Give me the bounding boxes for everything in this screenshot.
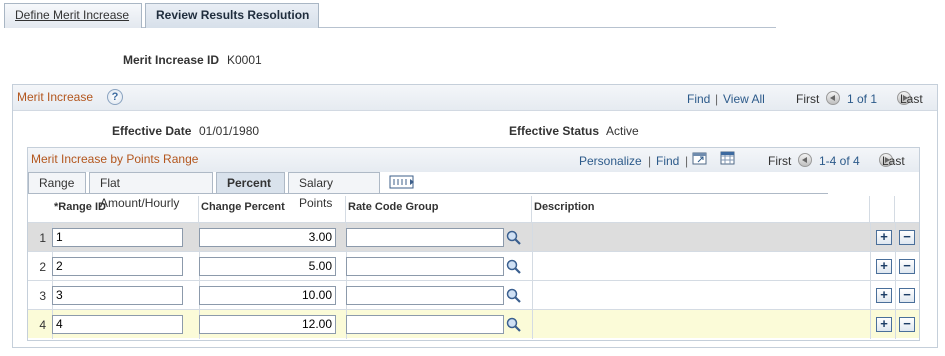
- find-link[interactable]: Find: [687, 92, 710, 106]
- first-label: First: [768, 154, 792, 168]
- last-label: Last: [882, 154, 905, 168]
- rate-code-group-input[interactable]: [346, 315, 504, 334]
- change-percent-input[interactable]: 3.00: [199, 228, 336, 247]
- row-count: 1-4 of 4: [819, 154, 860, 168]
- separator: |: [648, 154, 652, 168]
- lookup-icon[interactable]: [505, 229, 523, 247]
- first-label: First: [796, 92, 820, 106]
- add-row-button[interactable]: +: [876, 288, 892, 303]
- add-row-button[interactable]: +: [876, 317, 892, 332]
- view-all-link[interactable]: View All: [723, 92, 765, 106]
- grid-tab-salary-points[interactable]: Salary Points: [288, 172, 380, 210]
- grid-tab-label: Percent: [227, 176, 272, 190]
- row-number: 4: [39, 318, 46, 332]
- previous-icon[interactable]: [826, 90, 840, 105]
- range-id-input[interactable]: 2: [52, 257, 183, 276]
- tab-label: Review Results Resolution: [156, 8, 310, 22]
- group-title: Merit Increase: [17, 90, 94, 104]
- rate-code-group-input[interactable]: [346, 228, 504, 247]
- range-id-input[interactable]: 4: [52, 315, 183, 334]
- grid-header: Merit Increase by Points Range Personali…: [28, 148, 919, 172]
- tab-divider: [28, 193, 828, 194]
- rate-code-group-input[interactable]: [346, 286, 504, 305]
- find-link[interactable]: Find: [656, 154, 679, 168]
- lookup-icon[interactable]: [505, 316, 523, 334]
- row-number: 2: [39, 260, 46, 274]
- column-header-rate-code-group: Rate Code Group: [346, 196, 532, 222]
- change-percent-input[interactable]: 12.00: [199, 315, 336, 334]
- table-row[interactable]: 2 2 5.00 + −: [28, 251, 919, 281]
- grid-tab-percent[interactable]: Percent: [216, 172, 285, 194]
- column-header-range-id: *Range ID: [52, 196, 199, 222]
- tab-label: Define Merit Increase: [15, 8, 130, 22]
- previous-icon[interactable]: [798, 152, 812, 167]
- personalize-link[interactable]: Personalize: [579, 154, 642, 168]
- grid-title: Merit Increase by Points Range: [31, 152, 199, 166]
- show-all-columns-icon[interactable]: [389, 175, 417, 189]
- delete-row-button[interactable]: −: [899, 317, 915, 332]
- new-window-icon[interactable]: [692, 151, 708, 165]
- add-row-button[interactable]: +: [876, 230, 892, 245]
- add-row-button[interactable]: +: [876, 259, 892, 274]
- tab-define-merit-increase[interactable]: Define Merit Increase: [4, 3, 142, 28]
- grid-tab-flat-amount-hourly[interactable]: Flat Amount/Hourly: [89, 172, 213, 210]
- merit-id-label: Merit Increase ID: [123, 53, 220, 67]
- delete-row-button[interactable]: −: [899, 230, 915, 245]
- tab-review-results-resolution[interactable]: Review Results Resolution: [145, 3, 319, 28]
- rate-code-group-input[interactable]: [346, 257, 504, 276]
- row-number: 1: [39, 231, 46, 245]
- help-icon[interactable]: ?: [107, 89, 123, 105]
- table-row[interactable]: 3 3 10.00 + −: [28, 280, 919, 310]
- group-header: Merit Increase ? Find | View All First 1…: [13, 85, 937, 111]
- change-percent-input[interactable]: 5.00: [199, 257, 336, 276]
- grid-tab-label: Range: [39, 176, 75, 190]
- effective-date-value: 01/01/1980: [199, 124, 260, 138]
- lookup-icon[interactable]: [505, 287, 523, 305]
- effective-status-value: Active: [606, 124, 639, 138]
- points-range-grid: Merit Increase by Points Range Personali…: [27, 147, 920, 341]
- lookup-icon[interactable]: [505, 258, 523, 276]
- column-header-change-percent: Change Percent: [199, 196, 346, 222]
- row-count: 1 of 1: [847, 92, 878, 106]
- effective-status-label: Effective Status: [509, 124, 600, 138]
- range-id-input[interactable]: 3: [52, 286, 183, 305]
- last-label: Last: [900, 92, 923, 106]
- download-spreadsheet-icon[interactable]: [720, 151, 736, 165]
- grid-tab-range[interactable]: Range: [28, 172, 86, 194]
- merit-id-value: K0001: [227, 53, 262, 67]
- table-row[interactable]: 1 1 3.00 + −: [28, 222, 919, 252]
- page-tabs: Define Merit Increase Review Results Res…: [4, 3, 776, 28]
- effective-date-label: Effective Date: [112, 124, 192, 138]
- column-header-add: [870, 196, 895, 222]
- separator: |: [715, 92, 719, 106]
- delete-row-button[interactable]: −: [899, 259, 915, 274]
- change-percent-input[interactable]: 10.00: [199, 286, 336, 305]
- row-number: 3: [39, 289, 46, 303]
- table-row[interactable]: 4 4 12.00 + −: [28, 309, 919, 339]
- delete-row-button[interactable]: −: [899, 288, 915, 303]
- separator: |: [685, 154, 689, 168]
- column-header-description: Description: [532, 196, 870, 222]
- range-id-input[interactable]: 1: [52, 228, 183, 247]
